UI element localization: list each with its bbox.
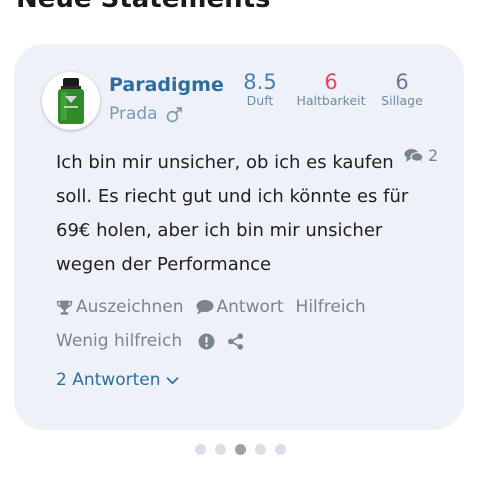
award-button[interactable]: Auszeichnen bbox=[56, 297, 184, 317]
section-title: Neue Statements bbox=[16, 0, 271, 14]
pagination-dot[interactable] bbox=[214, 444, 226, 455]
brand-row: Prada bbox=[109, 104, 183, 124]
perfume-bottle-icon bbox=[58, 78, 84, 124]
pagination-dot[interactable] bbox=[194, 444, 206, 455]
perfume-image[interactable] bbox=[42, 72, 100, 130]
brand-name[interactable]: Prada bbox=[109, 104, 158, 124]
rating-sillage-value: 6 bbox=[395, 70, 409, 94]
statement-card[interactable]: Paradigme Prada 8.5 Duft 6 Haltbarkeit 6… bbox=[14, 44, 464, 430]
male-icon bbox=[166, 106, 182, 122]
replies-toggle[interactable]: 2 Antworten bbox=[56, 370, 180, 390]
not-helpful-button[interactable]: Wenig hilfreich bbox=[56, 331, 182, 351]
rating-sillage: 6 Sillage bbox=[381, 70, 423, 108]
trophy-icon bbox=[56, 300, 73, 315]
report-icon[interactable] bbox=[198, 333, 215, 350]
helpful-button[interactable]: Hilfreich bbox=[296, 297, 366, 317]
carousel-pagination bbox=[0, 444, 480, 455]
rating-haltbarkeit-label: Haltbarkeit bbox=[296, 93, 366, 108]
chevron-down-icon bbox=[166, 376, 180, 384]
helpful-label: Hilfreich bbox=[295, 297, 366, 317]
rating-duft-label: Duft bbox=[246, 93, 274, 108]
award-label: Auszeichnen bbox=[76, 297, 184, 317]
comment-count-value: 2 bbox=[428, 146, 439, 165]
reply-button[interactable]: Antwort bbox=[196, 297, 284, 317]
not-helpful-label: Wenig hilfreich bbox=[56, 331, 183, 351]
rating-duft-value: 8.5 bbox=[243, 70, 277, 94]
replies-label: 2 Antworten bbox=[56, 370, 161, 390]
share-icon[interactable] bbox=[227, 332, 244, 350]
statement-text: Ich bin mir unsicher, ob ich es kaufen s… bbox=[56, 152, 409, 275]
reply-label: Antwort bbox=[216, 297, 284, 317]
pagination-dot[interactable] bbox=[234, 444, 246, 455]
rating-haltbarkeit: 6 Haltbarkeit bbox=[295, 70, 367, 108]
actions-row-secondary: Wenig hilfreich bbox=[56, 331, 244, 351]
reply-bubble-icon bbox=[196, 300, 213, 315]
pagination-dot[interactable] bbox=[254, 444, 266, 455]
rating-duft: 8.5 Duft bbox=[236, 70, 284, 108]
pagination-dot[interactable] bbox=[274, 444, 286, 455]
rating-haltbarkeit-value: 6 bbox=[324, 70, 338, 94]
rating-sillage-label: Sillage bbox=[381, 93, 423, 108]
actions-row: Auszeichnen Antwort Hilfreich bbox=[56, 297, 378, 317]
perfume-name[interactable]: Paradigme bbox=[109, 74, 224, 96]
